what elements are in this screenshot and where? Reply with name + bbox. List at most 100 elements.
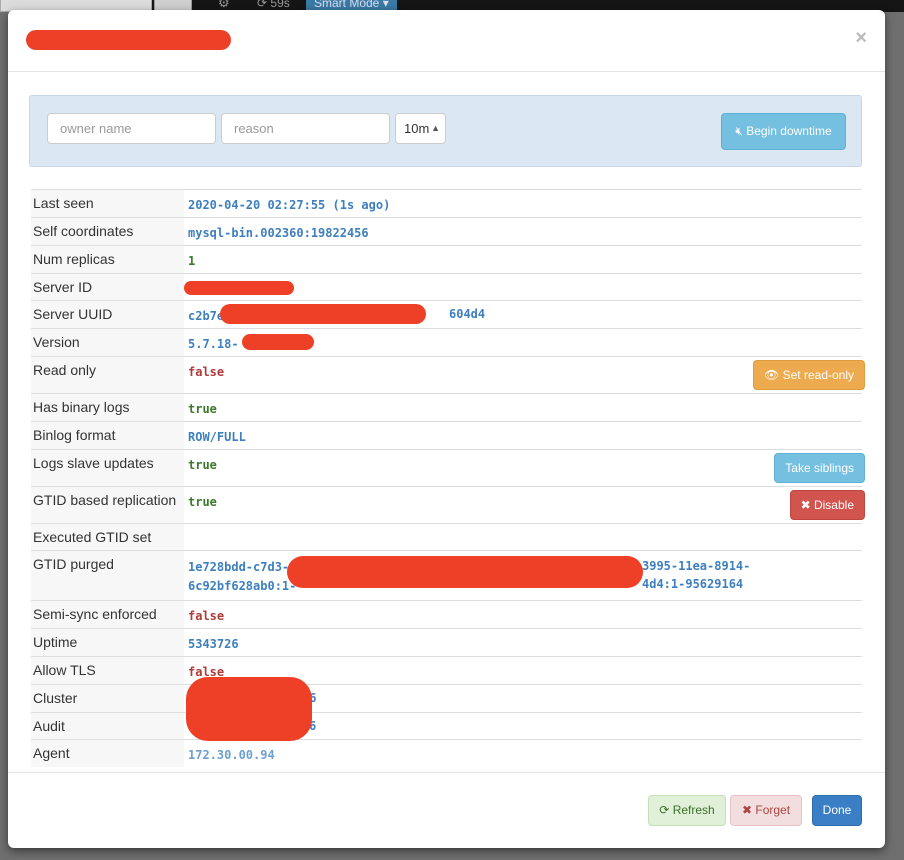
redacted-server-id [184,281,294,295]
gtid-purged-line1-start: 1e728bdd-c7d3- [188,560,290,574]
set-read-only-label: Set read-only [782,368,854,382]
row-label: Cluster [31,684,184,713]
duration-select[interactable]: 10m ▲ [395,113,446,144]
close-icon[interactable]: × [855,28,867,48]
instance-modal: × 10m ▲ 🔇︎ Begin downtime Last seen 2020… [8,10,885,848]
refresh-button[interactable]: ⟳ Refresh [648,795,726,826]
agent-value: 172.30.00.94 [188,748,275,762]
redacted-gtid-purged [287,556,643,588]
background-search-label: earch [3,0,33,3]
background-refresh-countdown: ⟳ 59s [257,0,290,10]
row-label: Server UUID [31,300,184,329]
row-value-cell: true Take siblings [184,449,865,487]
table-row: Num replicas 1 [31,245,862,274]
row-label: Server ID [31,273,184,301]
table-row: Self coordinates mysql-bin.002360:198224… [31,217,862,246]
refresh-icon: ⟳ [659,803,670,817]
row-label: Self coordinates [31,217,184,246]
instance-details-table: Last seen 2020-04-20 02:27:55 (1s ago) S… [31,189,865,767]
row-label: Semi-sync enforced [31,600,184,629]
forget-label: Forget [755,803,791,817]
table-row: Agent 172.30.00.94 [31,739,862,767]
row-value-cell: mysql-bin.002360:19822456 [184,217,862,246]
gtid-purged-line2-start: 6c92bf628ab0:1- [188,579,297,593]
table-row: Last seen 2020-04-20 02:27:55 (1s ago) [31,189,862,218]
table-row: Server ID [31,273,862,301]
table-row: Allow TLS false [31,656,862,685]
gtid-purged-line2-end: 4d4:1-95629164 [642,577,744,591]
done-label: Done [822,803,852,817]
row-value-cell: 1 [184,245,862,274]
disable-gtid-button[interactable]: ✖ Disable [789,490,865,520]
reason-input[interactable] [221,113,390,144]
table-row: Executed GTID set [31,523,862,551]
row-value-cell: 5.7.18- [184,328,862,357]
num-replicas-value: 1 [188,254,196,268]
table-row: Logs slave updates true Take siblings [31,449,865,487]
begin-downtime-label: Begin downtime [746,124,832,138]
begin-downtime-button[interactable]: 🔇︎ Begin downtime [721,113,846,150]
forget-button[interactable]: ✖ Forget [730,795,802,826]
x-icon: ✖ [741,803,753,817]
row-label: Uptime [31,628,184,657]
row-value-cell: 172.30.00.94 [184,739,862,767]
table-row: Version 5.7.18- [31,328,862,357]
take-siblings-label: Take siblings [785,461,854,475]
done-button[interactable]: Done [812,795,862,826]
row-label: Allow TLS [31,656,184,685]
eye-icon: 👁︎ [764,368,780,382]
version-value: 5.7.18- [188,337,239,351]
table-row: Binlog format ROW/FULL [31,421,862,450]
row-label: Version [31,328,184,357]
self-coordinates-value: mysql-bin.002360:19822456 [188,226,369,240]
take-siblings-button[interactable]: Take siblings [774,453,865,483]
row-label: Logs slave updates [31,449,184,487]
uptime-value: 5343726 [188,637,239,651]
gtid-replication-value: true [188,495,217,509]
modal-footer: ⟳ Refresh ✖ Forget Done [8,772,885,848]
table-row: Read only false 👁︎ Set read-only [31,356,865,394]
gtid-purged-line1-end: 3995-11ea-8914- [642,559,751,573]
logs-slave-updates-value: true [188,458,217,472]
table-row: GTID purged 1e728bdd-c7d3- 3995-11ea-891… [31,550,862,601]
redacted-cluster-audit [186,677,312,741]
table-row: GTID based replication true ✖ Disable [31,486,865,524]
refresh-label: Refresh [672,803,715,817]
redacted-title [26,30,231,50]
row-label: GTID purged [31,550,184,601]
smart-mode-dropdown: Smart Mode ▾ [306,0,397,10]
row-value-cell: 5343726 [184,628,862,657]
row-label: GTID based replication [31,486,184,524]
row-value-cell: true ✖ Disable [184,486,865,524]
row-label: Num replicas [31,245,184,274]
table-row: Has binary logs true [31,393,862,422]
refresh-countdown-text: 59s [270,0,290,10]
row-value-cell: false [184,600,862,629]
modal-header: × [8,10,885,72]
mute-icon: 🔇︎ [735,124,743,138]
row-label: Agent [31,739,184,767]
semi-sync-value: false [188,609,225,623]
table-row: Cluster 1 06 [31,684,862,713]
table-row: Semi-sync enforced false [31,600,862,629]
owner-name-input[interactable] [47,113,216,144]
row-label: Binlog format [31,421,184,450]
binary-logs-value: true [188,402,217,416]
set-read-only-button[interactable]: 👁︎ Set read-only [753,360,865,390]
row-label: Last seen [31,189,184,218]
server-uuid-value: c2b7e [188,309,225,323]
server-uuid-tail: 604d4 [449,307,486,321]
disable-label: Disable [813,498,854,512]
redacted-server-uuid [220,304,426,324]
table-row: Uptime 5343726 [31,628,862,657]
row-label: Audit [31,712,184,740]
select-arrows-icon: ▲ [431,123,440,133]
duration-value: 10m [404,121,430,136]
row-value-cell: false 👁︎ Set read-only [184,356,865,394]
redacted-version [242,334,314,350]
read-only-value: false [188,365,225,379]
row-value-cell: 1e728bdd-c7d3- 3995-11ea-8914- 6c92bf628… [184,550,862,601]
last-seen-value: 2020-04-20 02:27:55 (1s ago) [188,198,391,212]
row-value-cell: 2020-04-20 02:27:55 (1s ago) [184,189,862,218]
row-value-cell: true [184,393,862,422]
